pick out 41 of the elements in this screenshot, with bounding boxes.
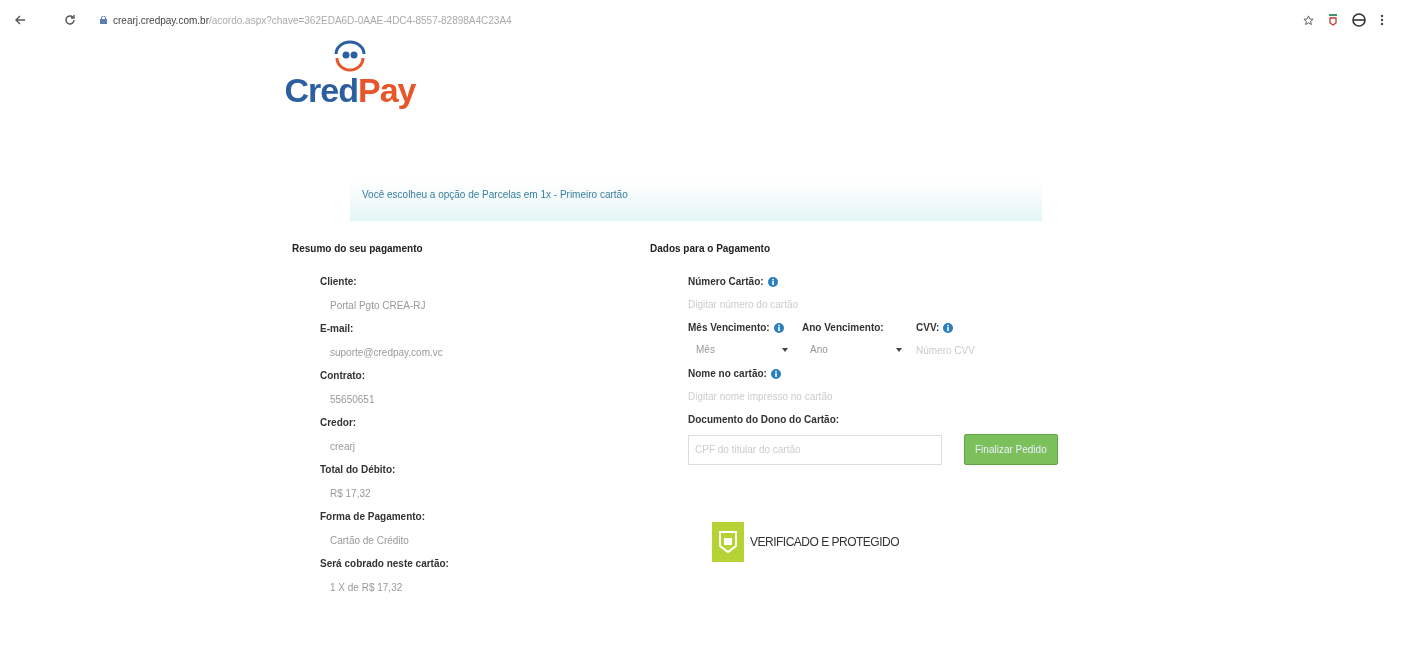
summary-value: R$ 17,32	[330, 488, 372, 502]
field-label: CVV:	[916, 322, 940, 334]
badge-title: VERIFICADO E PROTEGIDO	[750, 535, 900, 550]
extension-icon[interactable]	[1328, 14, 1338, 26]
info-icon[interactable]	[773, 322, 784, 333]
summary-label: Total do Débito:	[320, 464, 397, 478]
summary-label: Contrato:	[320, 370, 366, 384]
caret-icon	[782, 348, 788, 353]
summary-value: Cartão de Crédito	[330, 535, 410, 549]
star-icon[interactable]	[1303, 14, 1314, 26]
field-label: Número Cartão:	[688, 276, 764, 288]
field-label: Documento do Dono do Cartão:	[688, 414, 840, 426]
field-label: Ano Vencimento:	[802, 322, 884, 334]
month-select[interactable]: Mês	[688, 342, 788, 356]
summary-value: suporte@credpay.com.vc	[330, 347, 444, 361]
submit-button[interactable]: Finalizar Pedido	[964, 434, 1058, 466]
field-label: Nome no cartão:	[688, 368, 767, 380]
summary-value: 1 X de R$ 17,32	[330, 582, 404, 596]
summary-label: Será cobrado neste cartão:	[320, 558, 450, 572]
year-select[interactable]: Ano	[802, 342, 902, 356]
field-label: Mês Vencimento:	[688, 322, 770, 334]
menu-icon[interactable]	[1380, 14, 1384, 26]
summary-label: Credor:	[320, 417, 358, 431]
caret-icon	[896, 348, 902, 353]
summary-label: E-mail:	[320, 323, 355, 337]
lock-icon[interactable]	[100, 16, 107, 24]
info-icon[interactable]	[943, 322, 954, 333]
logo-face-icon	[332, 40, 368, 72]
back-arrow-icon[interactable]	[14, 13, 26, 26]
reload-icon[interactable]	[64, 13, 76, 26]
url-text[interactable]: crearj.credpay.com.br/acordo.aspx?chave=362EDA6D-0AAE-4DC4-8557-82898A4C23A4	[113, 14, 512, 26]
summary-label: Cliente:	[320, 276, 358, 290]
summary-value: crearj	[330, 441, 356, 455]
info-icon[interactable]	[770, 368, 781, 379]
summary-value: Portal Pgto CREA-RJ	[330, 300, 427, 314]
logo-text: CredPay	[284, 72, 416, 110]
section-title: Resumo do seu pagamento	[292, 243, 424, 255]
summary-label: Forma de Pagamento:	[320, 511, 427, 525]
section-title: Dados para o Pagamento	[650, 243, 772, 255]
info-icon[interactable]	[767, 276, 778, 287]
summary-value: 55650651	[330, 394, 376, 408]
